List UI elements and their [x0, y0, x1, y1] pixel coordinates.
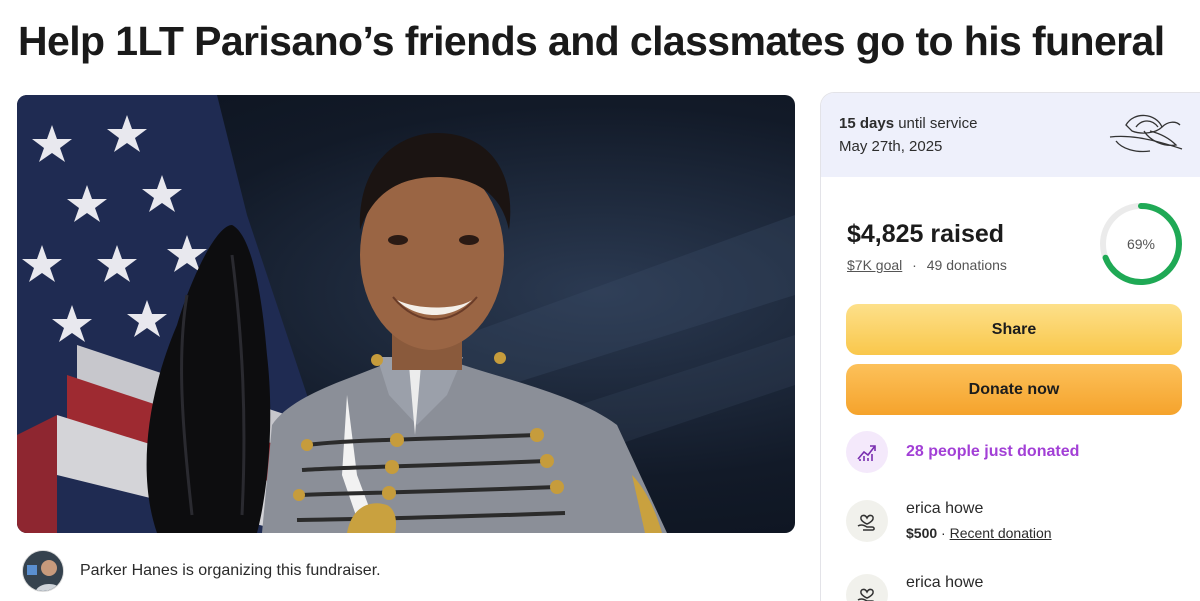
amount-raised: $4,825 raised: [847, 220, 1005, 248]
donor-name: erica howe: [906, 574, 984, 591]
donation-amount: $500: [906, 525, 938, 541]
service-banner: 15 days until service May 27th, 2025: [821, 93, 1200, 177]
heart-hand-icon: [846, 574, 888, 601]
goal-link[interactable]: $7K goal: [847, 257, 902, 273]
progress-ring: 69%: [1100, 203, 1182, 285]
recent-donation-link[interactable]: Recent donation: [950, 525, 1052, 541]
donated-count-text[interactable]: 28 people just donated: [906, 443, 1079, 461]
days-count: 15 days: [839, 115, 895, 132]
organizer-text: Parker Hanes is organizing this fundrais…: [80, 562, 381, 579]
donor-meta: $500 · Recent donation: [906, 525, 1052, 541]
share-button[interactable]: Share: [846, 304, 1182, 355]
goal-separator: ·: [912, 257, 917, 273]
fundraiser-hero-photo: [17, 95, 795, 533]
progress-stats: $4,825 raised $7K goal · 49 donations: [847, 220, 1007, 273]
lily-flower-icon: [1106, 107, 1186, 164]
donor-item: erica howe: [846, 574, 983, 601]
goal-line: $7K goal · 49 donations: [847, 257, 1007, 273]
donor-meta-separator: ·: [937, 525, 950, 541]
avatar[interactable]: [22, 550, 64, 592]
donation-count: 49 donations: [926, 257, 1007, 273]
days-suffix: until service: [898, 115, 978, 132]
organizer-row: Parker Hanes is organizing this fundrais…: [22, 550, 381, 592]
donor-name: erica howe: [906, 500, 984, 517]
donate-now-button[interactable]: Donate now: [846, 364, 1182, 415]
donor-item: erica howe $500 · Recent donation: [846, 500, 1052, 542]
page-title: Help 1LT Parisano’s friends and classmat…: [18, 18, 1165, 64]
progress-percent: 69%: [1127, 236, 1155, 252]
heart-hand-icon: [846, 500, 888, 542]
cadet-uniform: [262, 352, 667, 533]
recent-activity: 28 people just donated: [846, 431, 1079, 473]
donation-card: 15 days until service May 27th, 2025 $4,…: [820, 92, 1200, 601]
trending-up-icon: [846, 431, 888, 473]
